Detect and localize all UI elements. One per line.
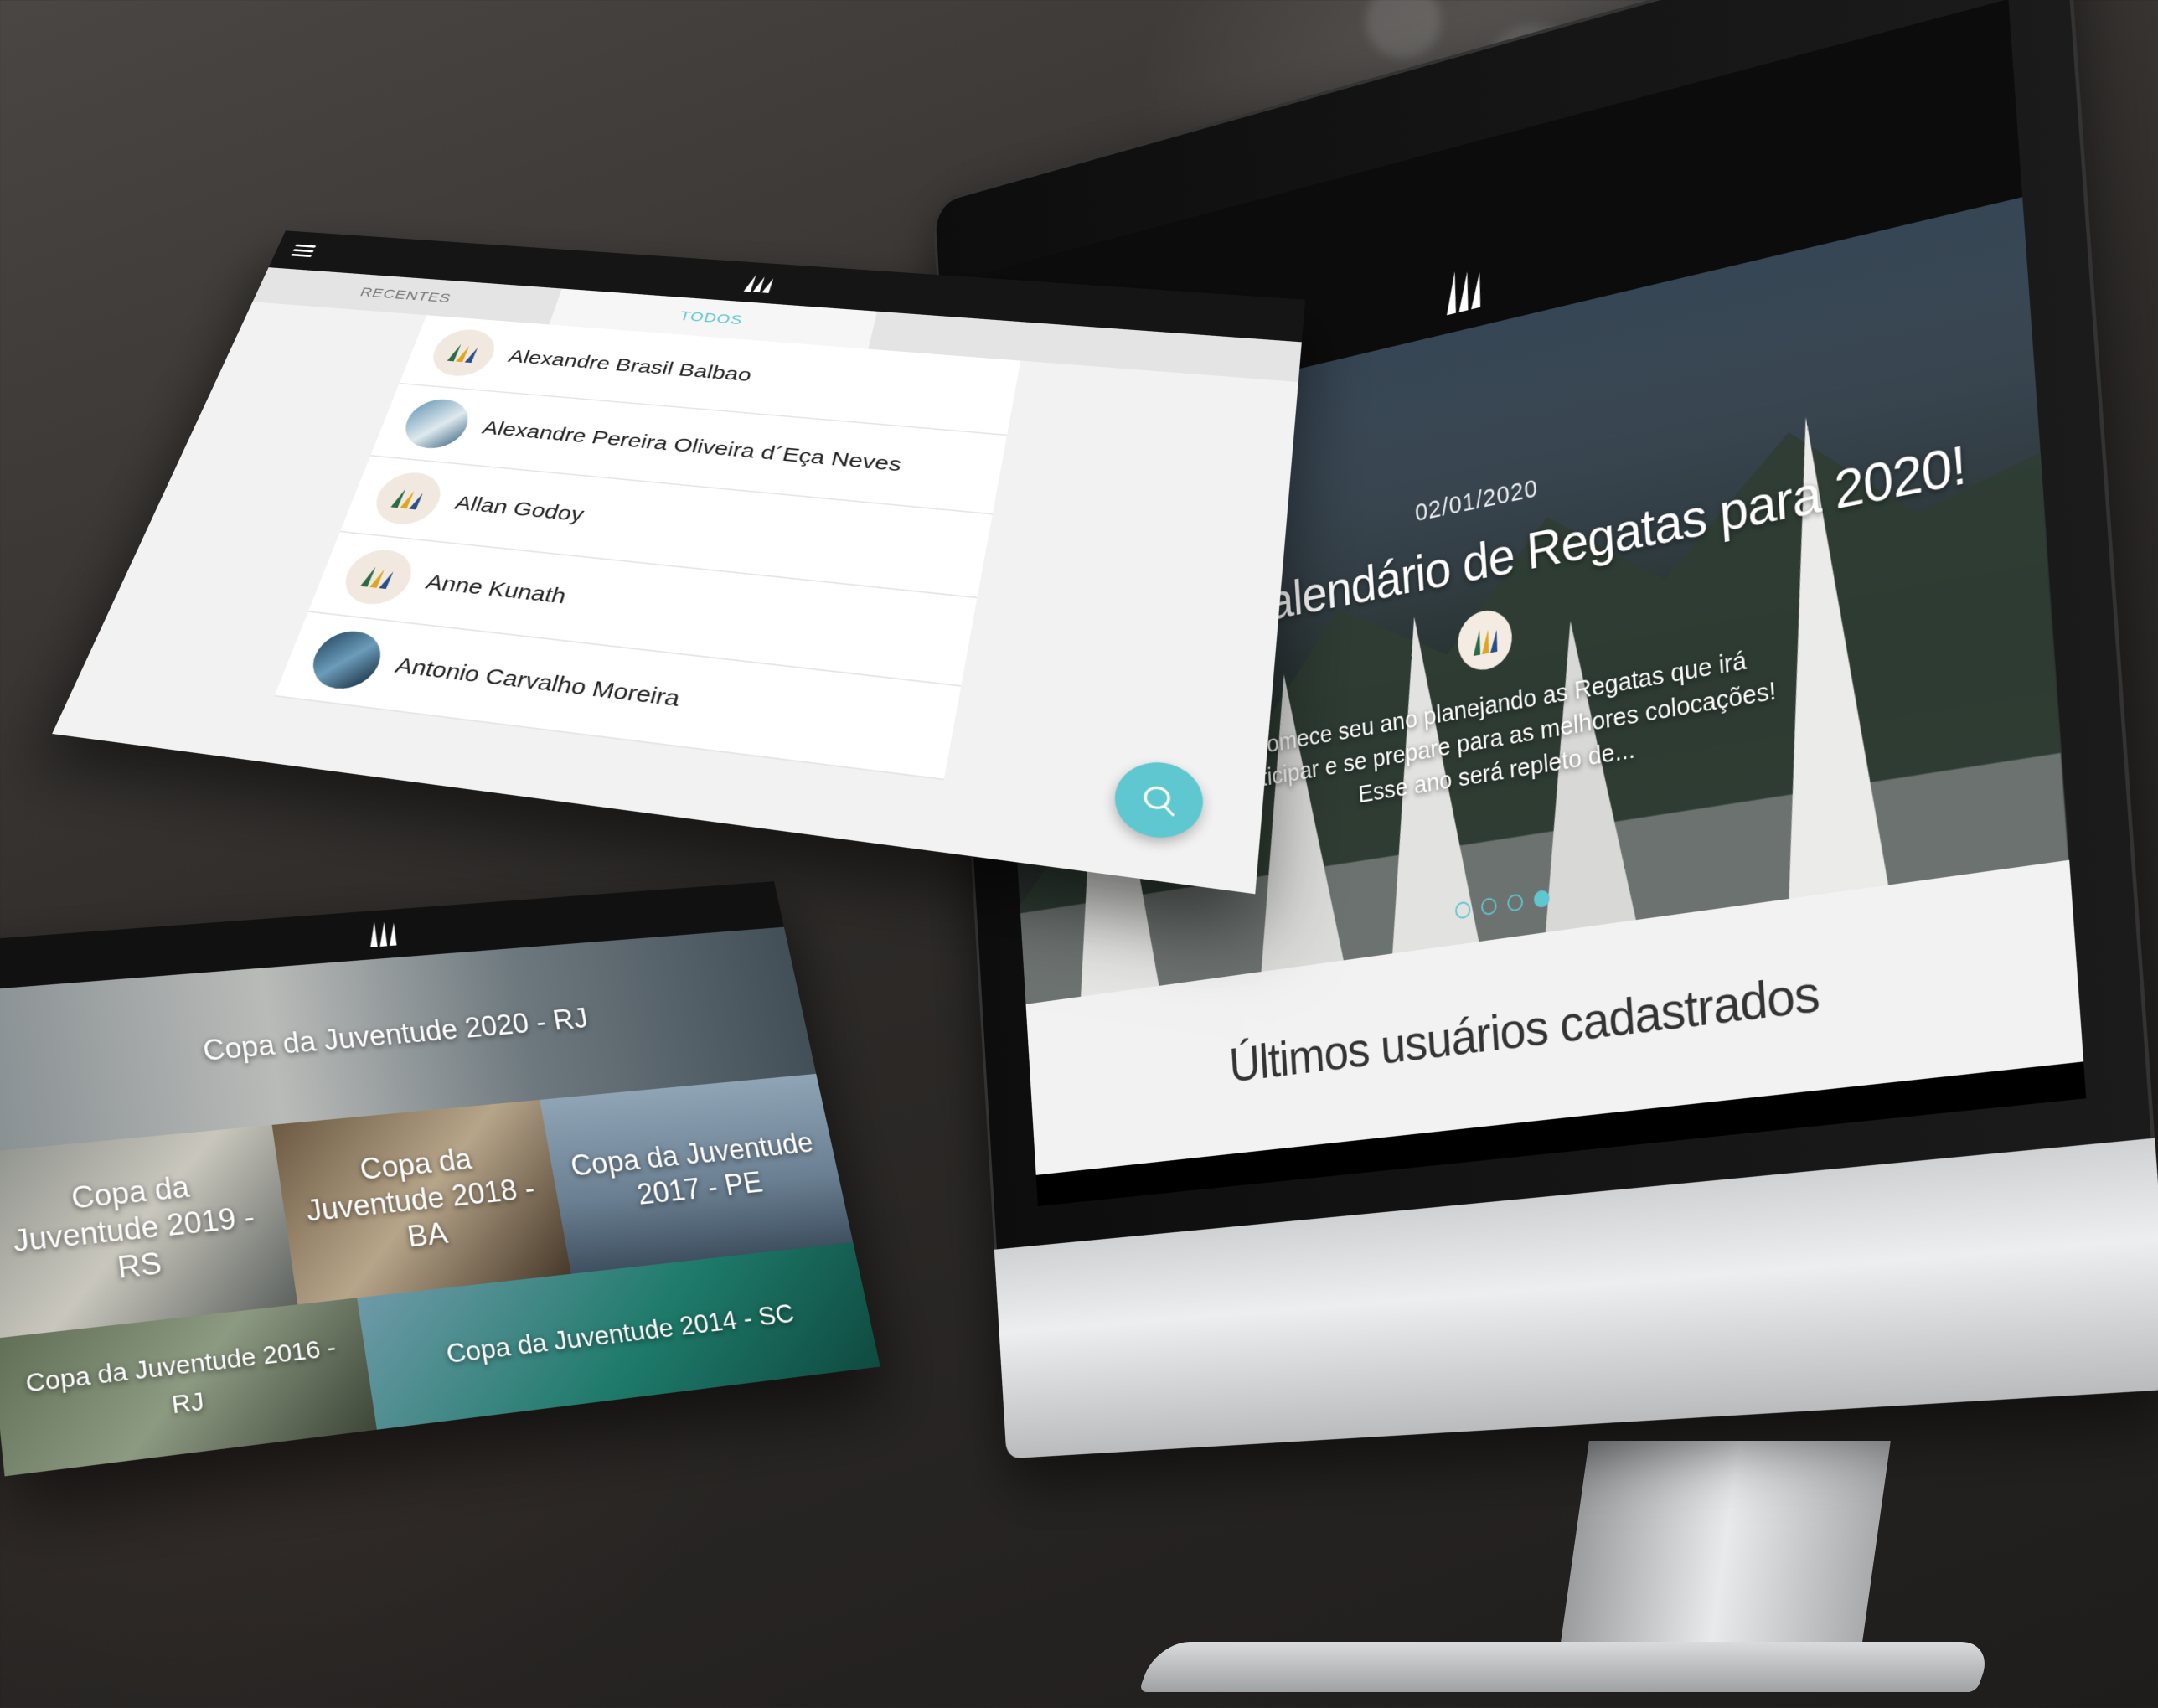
avatar: [426, 327, 502, 379]
avatar: [337, 546, 420, 608]
latest-users-section: Últimos usuários cadastrados: [1025, 859, 2084, 1175]
sailboat-logo-icon: [1471, 629, 1499, 657]
user-name: Anne Kunath: [422, 570, 570, 609]
hero-logo: [1456, 606, 1515, 675]
hero-description: Comece seu ano planejando as Regatas que…: [1229, 646, 1778, 809]
event-card[interactable]: Copa da Juventude 2017 - PE: [540, 1074, 853, 1274]
monitor-chin: [994, 1138, 2158, 1459]
event-title: Copa da Juventude 2020 - RJ: [200, 1002, 591, 1067]
bokeh-light: [1366, 0, 1441, 59]
avatar: [368, 470, 449, 528]
sailboat-logo-icon[interactable]: [1438, 261, 1486, 318]
sailboat-logo-icon: [360, 565, 394, 590]
sail-shape: [1755, 405, 1892, 917]
users-list: Alexandre Brasil Balbao Alexandre Pereir…: [274, 315, 1021, 781]
sailboat-logo-icon: [390, 488, 423, 510]
carousel-dot-active[interactable]: [1533, 889, 1551, 909]
events-app-window: × Copa da Juventude 2020 - RJ Copa da Ju…: [0, 881, 880, 1477]
sail-shape: [1369, 607, 1483, 971]
user-name: Alexandre Pereira Oliveira d´Eça Neves: [479, 417, 904, 476]
avatar: [397, 396, 476, 452]
search-button[interactable]: [1110, 757, 1207, 844]
avatar: [303, 627, 390, 693]
event-title: Copa da Juventude 2017 - PE: [568, 1126, 817, 1211]
latest-users-title: Últimos usuários cadastrados: [1227, 962, 1821, 1092]
search-icon: [1135, 779, 1182, 821]
sailboat-logo-icon[interactable]: [741, 272, 779, 295]
event-title: Copa da Juventude 2016 - RJ: [23, 1334, 338, 1420]
monitor-stand-neck: [1561, 1441, 1891, 1642]
event-title: Copa da Juventude 2018 - BA: [303, 1142, 538, 1254]
users-app-window: RECENTES TODOS Alexandre Brasil Balbao A…: [52, 230, 1306, 895]
sailboat-logo-icon[interactable]: [363, 916, 402, 949]
carousel-dot[interactable]: [1454, 900, 1471, 920]
user-name: Antonio Carvalho Moreira: [392, 653, 684, 712]
user-name: Alexandre Brasil Balbao: [505, 346, 755, 386]
sail-shape: [1523, 611, 1640, 950]
carousel-dot[interactable]: [1480, 896, 1498, 916]
user-name: Allan Godoy: [452, 492, 587, 527]
event-title: Copa da Juventude 2014 - SC: [444, 1298, 797, 1370]
event-title: Copa da Juventude 2019 - RS: [11, 1169, 257, 1285]
monitor-stand-base: [1138, 1642, 1995, 1692]
hamburger-menu-icon[interactable]: [290, 244, 317, 258]
event-card[interactable]: Copa da Juventude 2019 - RS: [0, 1125, 297, 1339]
sailboat-logo-icon: [447, 343, 478, 364]
bokeh-light: [1483, 25, 1583, 126]
event-card[interactable]: Copa da Juventude 2018 - BA: [272, 1100, 571, 1304]
carousel-dot[interactable]: [1506, 893, 1524, 912]
